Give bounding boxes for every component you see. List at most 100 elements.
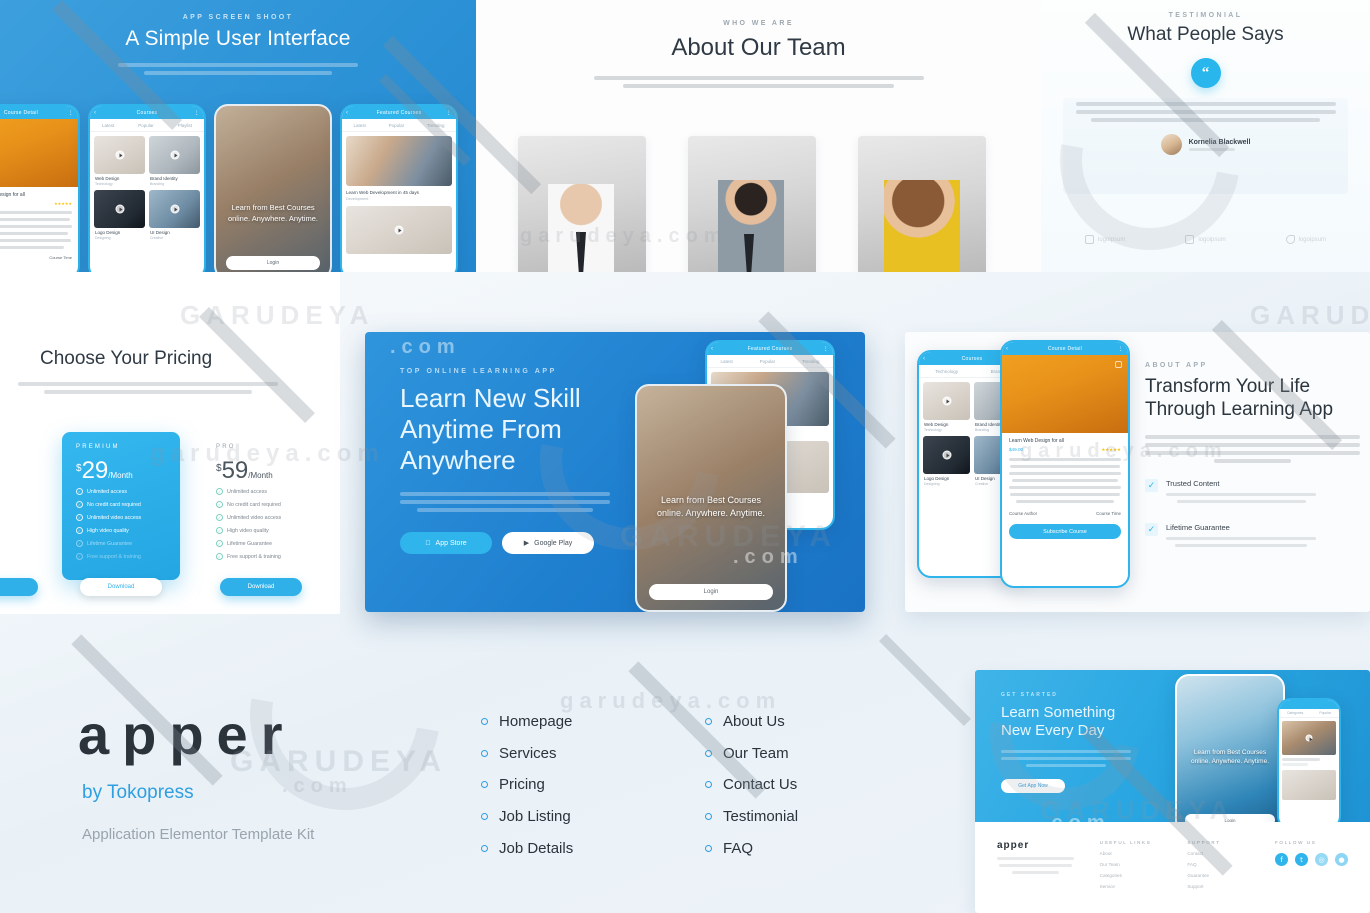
course-description (1009, 458, 1121, 503)
price-amount: 59 (221, 457, 249, 484)
team-member-card[interactable] (518, 136, 646, 272)
plan-feature: ✓ High video quality (76, 527, 129, 534)
page-link-item[interactable]: About Us (705, 706, 798, 738)
page-link-item[interactable]: Services (481, 738, 573, 770)
course-card[interactable]: Logo Design Designing (923, 436, 970, 486)
team-description (593, 76, 924, 88)
tab-popular[interactable]: Popular (760, 359, 776, 364)
play-icon[interactable] (170, 150, 179, 160)
tab-trending[interactable]: Trending (802, 359, 820, 364)
more-icon[interactable]: ⋮ (68, 109, 74, 116)
course-price: $49.00 (1009, 447, 1024, 452)
footer-link[interactable]: Our Team (1100, 862, 1162, 867)
google-play-button[interactable]: ▶ Google Play (502, 532, 594, 554)
tab-latest[interactable]: Categories (1287, 711, 1303, 715)
about-app-title: Transform Your Life Through Learning App (1145, 375, 1370, 421)
mini-tabs[interactable]: Categories Popular (1279, 709, 1339, 718)
tab-latest[interactable]: Latest (720, 359, 732, 364)
download-button[interactable] (0, 578, 38, 596)
back-chevron-icon[interactable]: ‹ (346, 110, 348, 116)
page-link-item[interactable]: Testimonial (705, 801, 798, 833)
app-store-label: App Store (432, 539, 467, 547)
instagram-icon[interactable]: ◎ (1315, 853, 1329, 866)
about-app-feature: ✓ Trusted Content (1145, 479, 1370, 507)
page-link-item[interactable]: Job Details (481, 832, 573, 864)
play-icon[interactable] (1305, 734, 1313, 742)
play-icon[interactable] (942, 450, 951, 460)
get-app-now-button[interactable]: Get App Now (1001, 779, 1065, 793)
more-icon[interactable]: ⋮ (1118, 345, 1124, 352)
footer-link[interactable]: Guarantee (1187, 873, 1249, 878)
more-icon[interactable]: ⋮ (823, 345, 829, 352)
tab-playlist[interactable]: Playlist (178, 123, 192, 128)
page-link-item[interactable]: Pricing (481, 769, 573, 801)
featured-item-sub: Development (346, 197, 369, 201)
footer-link[interactable]: Categories (1100, 873, 1162, 878)
feature-title: Trusted Content (1166, 479, 1220, 488)
course-rating: ★★★★★ (54, 201, 72, 206)
plan-feature: ✓ No credit card required (76, 501, 141, 508)
page-link-item[interactable]: Job Listing (481, 801, 573, 833)
login-button[interactable]: Login (1185, 814, 1275, 822)
course-grid: Web Design Technology Brand Identity Bra… (90, 132, 204, 244)
footer-link[interactable]: Support (1187, 884, 1249, 889)
download-button-premium[interactable]: Download (80, 578, 162, 596)
pricing-card-pro[interactable]: PRO $ 59 /Month ✓ Unlimited access ✓ No cr… (202, 432, 320, 596)
course-card[interactable]: Brand Identity Branding (149, 136, 200, 186)
tab-popular[interactable]: Popular (389, 123, 405, 128)
featured-item-title: Learn Web Development in 45 days (346, 190, 419, 195)
get-started-title-line1: Learn Something (1001, 704, 1116, 721)
back-chevron-icon[interactable]: ‹ (711, 346, 713, 352)
page-link-item[interactable]: Contact Us (705, 769, 798, 801)
hero-login-button[interactable]: Login (649, 584, 773, 600)
hero-store-buttons:  App Store ▶ Google Play (400, 532, 865, 554)
featured-tabs[interactable]: Latest Popular Trending (342, 119, 456, 132)
play-icon[interactable] (115, 150, 124, 160)
dribbble-icon[interactable]: ● (1335, 853, 1349, 866)
back-chevron-icon[interactable]: ‹ (1006, 346, 1008, 352)
play-icon[interactable] (942, 396, 951, 406)
tab-latest[interactable]: Latest (102, 123, 114, 128)
back-chevron-icon[interactable]: ‹ (923, 356, 925, 362)
subscribe-course-button[interactable]: Subscribe Course (1009, 524, 1121, 539)
twitter-icon[interactable]: t (1295, 853, 1309, 866)
download-button-pro[interactable]: Download (220, 578, 302, 596)
get-started-phone-courses: Categories Popular (1277, 698, 1341, 822)
team-member-card[interactable] (688, 136, 816, 272)
more-icon[interactable]: ⋮ (194, 109, 200, 116)
facebook-icon[interactable]: f (1275, 853, 1289, 866)
course-card[interactable]: Logo Design Designing (94, 190, 145, 240)
tab-popular[interactable]: Popular (1319, 711, 1331, 715)
app-store-button[interactable]:  App Store (400, 532, 492, 554)
login-button[interactable]: Login (226, 256, 320, 270)
footer-link[interactable]: FAQ (1187, 862, 1249, 867)
course-card[interactable]: Web Design Technology (923, 382, 970, 432)
page-link-item[interactable]: Homepage (481, 706, 573, 738)
tab-latest[interactable]: Technology (935, 369, 958, 374)
footer-link[interactable]: Contact (1187, 851, 1249, 856)
pricing-card-premium[interactable]: PREMIUM $ 29 /Month ✓ Unlimited access ✓ N… (62, 432, 180, 596)
course-card[interactable]: UI Design Creative (149, 190, 200, 240)
bookmark-icon[interactable] (1115, 361, 1122, 368)
tab-latest[interactable]: Latest (353, 123, 365, 128)
tab-trending[interactable]: Trending (427, 123, 445, 128)
back-chevron-icon[interactable]: ‹ (94, 110, 96, 116)
page-link-item[interactable]: FAQ (705, 832, 798, 864)
splash-overlay-text: Learn from Best Courses online. Anywhere… (227, 203, 319, 223)
course-tabs[interactable]: Latest Popular Playlist (90, 119, 204, 132)
page-link-label: Contact Us (723, 776, 798, 794)
footer-link[interactable]: About (1100, 851, 1162, 856)
bullet-icon (481, 813, 488, 821)
more-icon[interactable]: ⋮ (446, 109, 452, 116)
hero-phone-tabs[interactable]: Latest Popular Trending (707, 355, 833, 368)
course-card[interactable]: Web Design Technology (94, 136, 145, 186)
play-icon[interactable] (170, 204, 179, 214)
mockup-footer: apper USEFUL LINKS About Our Team Catego… (975, 822, 1370, 889)
page-link-item[interactable]: Our Team (705, 738, 798, 770)
play-icon[interactable] (115, 204, 124, 214)
team-member-card[interactable] (858, 136, 986, 272)
footer-link[interactable]: Service (1100, 884, 1162, 889)
phone-appbar-title: Featured Courses (376, 109, 422, 116)
play-icon[interactable] (394, 225, 404, 235)
tab-popular[interactable]: Popular (138, 123, 154, 128)
